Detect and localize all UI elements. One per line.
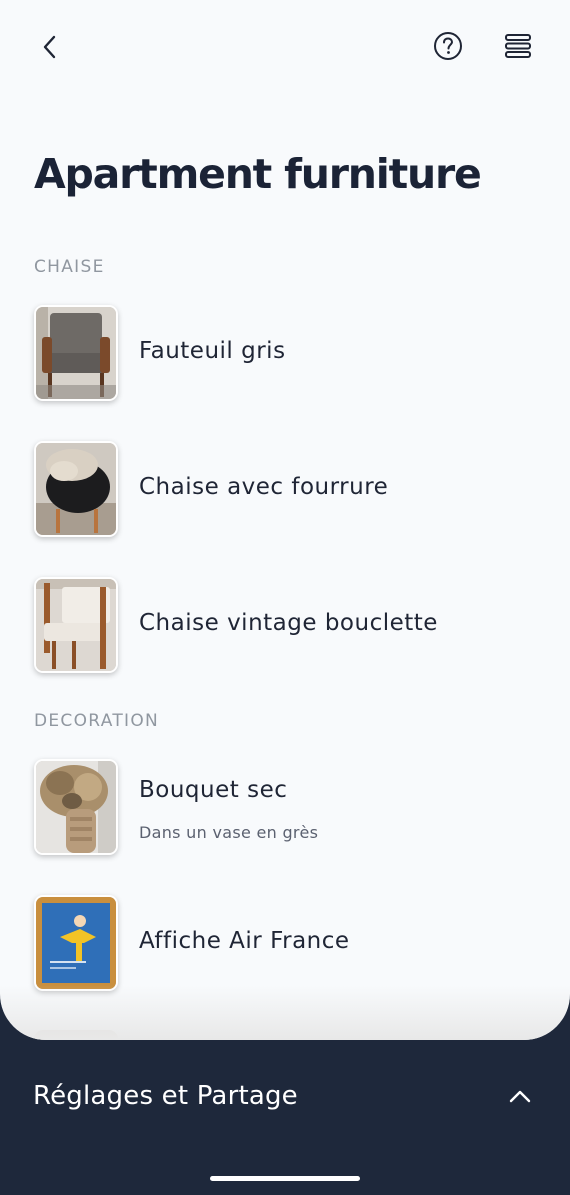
item-title: Chaise vintage bouclette bbox=[139, 610, 438, 636]
item-title: Fauteuil gris bbox=[139, 338, 286, 364]
list-item[interactable]: Fauteuil gris bbox=[34, 305, 534, 401]
vintage-chair-photo bbox=[34, 577, 118, 673]
question-circle-icon bbox=[434, 32, 462, 60]
content-sheet: Apartment furniture CHAISE Fauteuil gris bbox=[0, 0, 570, 1040]
grey-armchair-photo bbox=[34, 305, 118, 401]
chevron-left-icon bbox=[43, 35, 56, 59]
list-item[interactable]: Chaise avec fourrure bbox=[34, 441, 534, 537]
home-indicator[interactable] bbox=[210, 1176, 360, 1181]
stack-menu-icon bbox=[505, 34, 531, 58]
scroll-fade bbox=[0, 985, 570, 1040]
settings-share-title[interactable]: Réglages et Partage bbox=[33, 1081, 298, 1111]
list-item[interactable]: Bouquet sec Dans un vase en grès bbox=[34, 759, 534, 855]
section-label-chaise: CHAISE bbox=[34, 257, 105, 277]
section-label-decoration: DECORATION bbox=[34, 711, 160, 731]
chevron-up-icon bbox=[509, 1090, 531, 1103]
item-subtitle: Dans un vase en grès bbox=[139, 823, 319, 842]
dried-bouquet-photo bbox=[34, 759, 118, 855]
air-france-poster-photo bbox=[34, 895, 118, 991]
settings-share-panel[interactable] bbox=[0, 1040, 570, 1195]
expand-panel-button[interactable] bbox=[505, 1082, 535, 1112]
fur-chair-photo bbox=[34, 441, 118, 537]
page-title: Apartment furniture bbox=[34, 150, 482, 198]
item-title: Chaise avec fourrure bbox=[139, 474, 389, 500]
back-button[interactable] bbox=[30, 27, 70, 67]
menu-button[interactable] bbox=[497, 26, 539, 66]
list-item[interactable]: Affiche Air France bbox=[34, 895, 534, 991]
item-title: Affiche Air France bbox=[139, 928, 350, 954]
list-item[interactable]: Chaise vintage bouclette bbox=[34, 577, 534, 673]
top-bar bbox=[0, 0, 570, 90]
help-button[interactable] bbox=[428, 26, 468, 66]
item-title: Bouquet sec bbox=[139, 777, 288, 803]
